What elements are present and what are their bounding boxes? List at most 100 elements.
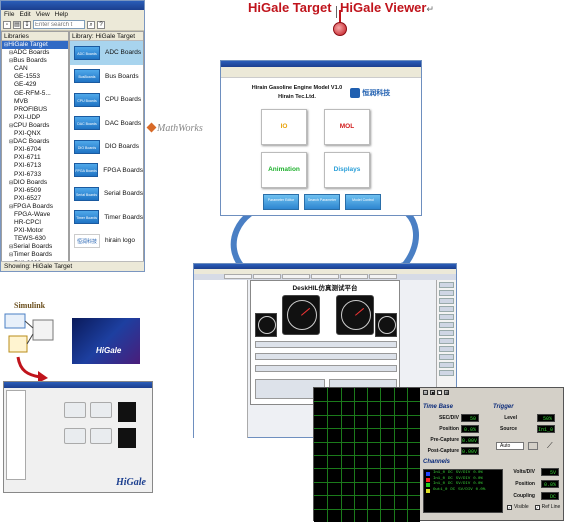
tree-item[interactable]: GE-RFM-5... — [2, 90, 68, 98]
tool-button[interactable] — [439, 362, 454, 368]
tool-button[interactable] — [439, 370, 454, 376]
parameter-editor-button[interactable]: Parameter Editor — [263, 194, 299, 210]
tree-item[interactable]: PXI-Motor — [2, 227, 68, 235]
tool-button[interactable] — [439, 346, 454, 352]
tree-item[interactable]: GE-1553 — [2, 73, 68, 81]
tree-item[interactable]: GE-429 — [2, 81, 68, 89]
model-control-button[interactable]: Model Control — [345, 194, 381, 210]
tree-item[interactable]: ⊟HiGale Target — [2, 41, 68, 50]
library-block[interactable]: Timer Boards Timer Boards — [70, 206, 143, 230]
tool-button[interactable] — [439, 314, 454, 320]
sec-div-value[interactable]: 50 ms — [461, 414, 479, 430]
trigger-mode-select[interactable]: Auto — [496, 442, 524, 450]
pin-icon[interactable]: ↧ — [23, 20, 31, 29]
deskhil-tab[interactable] — [224, 274, 252, 279]
tree-item[interactable]: HR-CPCI — [2, 219, 68, 227]
tree-item[interactable]: PXI-UDP — [2, 114, 68, 122]
menu-help[interactable]: Help — [55, 10, 68, 19]
deskhil-tab[interactable] — [369, 274, 397, 279]
tree-item[interactable]: ⊟ADC Boards — [2, 49, 68, 57]
help-icon[interactable]: ? — [97, 20, 105, 29]
post-capture-value[interactable]: 0.00V — [461, 447, 479, 455]
tree-item[interactable]: ⊟Serial Boards — [2, 243, 68, 251]
coupling-value[interactable]: DC — [541, 492, 559, 500]
tool-button[interactable] — [439, 306, 454, 312]
pre-capture-value[interactable]: 0.00V — [461, 436, 479, 444]
channel-pos: 0.0% — [475, 487, 486, 492]
tool-button[interactable] — [439, 322, 454, 328]
tool-button[interactable] — [439, 282, 454, 288]
tree-item[interactable]: CAN — [2, 65, 68, 73]
menu-file[interactable]: File — [4, 10, 14, 19]
tree-item[interactable]: TEWS-630 — [2, 235, 68, 243]
tree-item[interactable]: PXI-6509 — [2, 187, 68, 195]
print-icon[interactable]: ▤ — [423, 390, 428, 395]
animation-tile[interactable]: Animation — [261, 152, 307, 188]
tree-item-label: GE-RFM-5... — [14, 89, 51, 97]
tree-item[interactable]: PXI-6733 — [2, 171, 68, 179]
tree-item[interactable]: PROFIBUS — [2, 106, 68, 114]
open-icon[interactable]: ▤ — [13, 20, 21, 29]
channel-row[interactable]: Out1_0 DC 5V/DIV 0.0% — [426, 488, 500, 494]
io-tile[interactable]: IO — [261, 109, 307, 145]
rising-edge-icon[interactable]: ⟋ — [547, 441, 559, 451]
deskhil-tab[interactable] — [340, 274, 368, 279]
tool-button[interactable] — [439, 354, 454, 360]
tool-button[interactable] — [439, 338, 454, 344]
tree-item[interactable]: ⊟FPGA Boards — [2, 203, 68, 211]
new-icon[interactable]: ▫ — [3, 20, 11, 29]
ch-position-value[interactable]: 0.0% — [541, 480, 559, 488]
open-icon[interactable]: ▢ — [437, 390, 442, 395]
displays-tile[interactable]: Displays — [324, 152, 370, 188]
deskhil-tab[interactable] — [253, 274, 281, 279]
source-value[interactable]: In1_0 — [537, 425, 555, 433]
library-block[interactable]: 恒润科技 hirain logo — [70, 229, 143, 253]
level-label: Level — [504, 415, 517, 421]
tree-node[interactable] — [194, 329, 247, 334]
library-block[interactable]: CPU Boards CPU Boards — [70, 88, 143, 112]
visible-checkbox[interactable]: ✓ — [507, 504, 512, 510]
channel-color-swatch — [426, 477, 430, 482]
ref-line-checkbox[interactable]: ✓ — [534, 504, 540, 510]
deskhil-tab[interactable] — [282, 274, 310, 279]
tree-item[interactable]: PXI-QNX — [2, 130, 68, 138]
library-block[interactable]: BusBoards Bus Boards — [70, 65, 143, 89]
tree-item[interactable]: ⊟DIO Boards — [2, 179, 68, 187]
tree-item[interactable]: FPGA-Wave — [2, 211, 68, 219]
library-block[interactable]: Serial Boards Serial Boards — [70, 182, 143, 206]
window-title-bar[interactable] — [1, 1, 144, 10]
tree-item[interactable]: PXI-6527 — [2, 195, 68, 203]
tree-item-label: ADC Boards — [13, 49, 50, 57]
volts-div-value[interactable]: 5V — [541, 468, 559, 476]
level-value[interactable]: 50% — [537, 414, 555, 422]
tree-item[interactable]: ⊟Timer Boards — [2, 251, 68, 259]
trigger-mode-dropdown[interactable] — [528, 442, 538, 450]
library-block[interactable]: ADC Boards ADC Boards — [70, 41, 143, 65]
library-block[interactable]: DIO Boards DIO Boards — [70, 135, 143, 159]
position-value[interactable]: 0.0% — [461, 425, 479, 433]
export-icon[interactable]: ▦ — [444, 390, 449, 395]
search-input[interactable] — [33, 20, 85, 29]
find-icon[interactable]: ⌕ — [87, 20, 95, 29]
menu-edit[interactable]: Edit — [19, 10, 30, 19]
library-block[interactable]: DAC Boards DAC Boards — [70, 112, 143, 136]
channel-coupling: DC — [450, 487, 456, 492]
tree-item[interactable]: PXI-6713 — [2, 162, 68, 170]
save-icon[interactable]: ▣ — [430, 390, 435, 395]
library-block[interactable]: FPGA Boards FPGA Boards — [70, 159, 143, 183]
tree-item[interactable]: ⊟Bus Boards — [2, 57, 68, 65]
tree-item[interactable]: ⊟DAC Boards — [2, 138, 68, 146]
tool-button[interactable] — [439, 290, 454, 296]
search-parameter-button[interactable]: Search Parameter — [304, 194, 340, 210]
mol-tile[interactable]: MOL — [324, 109, 370, 145]
tree-item[interactable]: PXI-6711 — [2, 154, 68, 162]
tree-item[interactable]: PXI-6704 — [2, 146, 68, 154]
tree-item[interactable]: ⊟CPU Boards — [2, 122, 68, 130]
tool-button[interactable] — [439, 330, 454, 336]
tree-item[interactable]: MVB — [2, 98, 68, 106]
visible-toggle[interactable]: ✓ Visible ✓ Ref Line — [507, 504, 560, 510]
grid-line — [314, 428, 420, 430]
deskhil-tab[interactable] — [311, 274, 339, 279]
tool-button[interactable] — [439, 298, 454, 304]
menu-view[interactable]: View — [36, 10, 50, 19]
